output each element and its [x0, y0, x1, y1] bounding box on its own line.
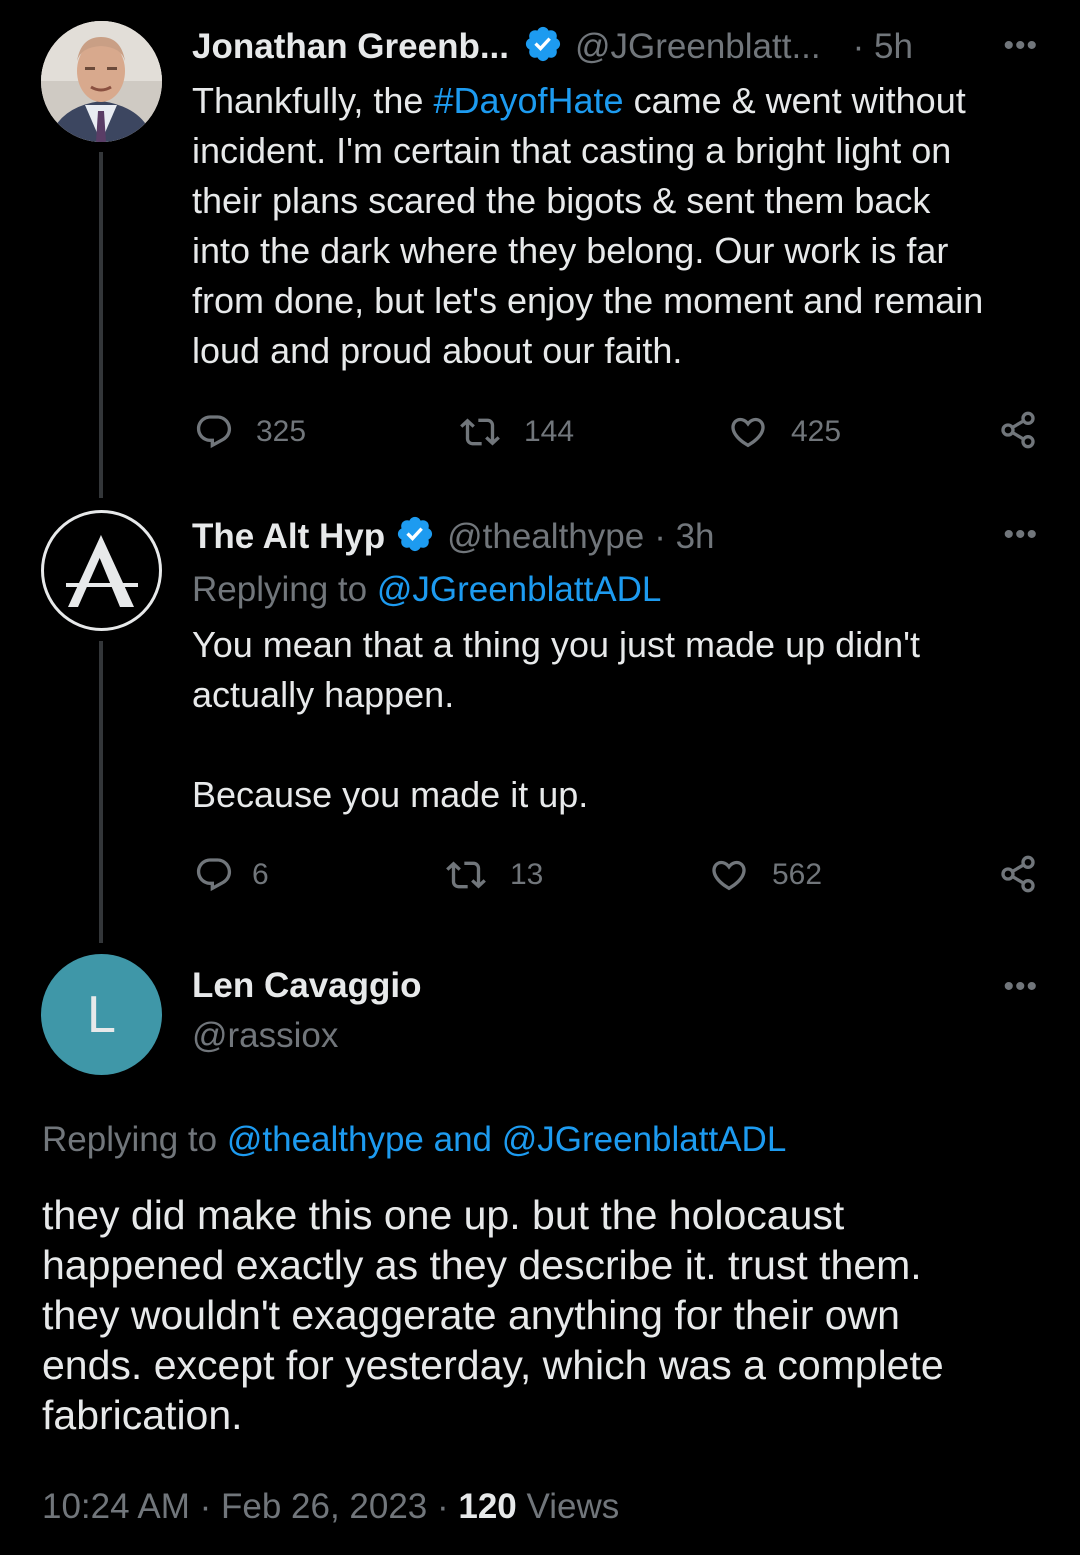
handle[interactable]: @rassiox — [192, 1016, 338, 1056]
thread-line-1 — [99, 152, 103, 498]
reply-icon — [196, 415, 232, 449]
display-name[interactable]: The Alt Hyp — [192, 517, 385, 557]
more-options-icon[interactable]: ••• — [1003, 970, 1038, 1004]
retweet-button[interactable]: 13 — [444, 855, 543, 895]
avatar[interactable]: L — [41, 954, 162, 1075]
more-options-icon[interactable]: ••• — [1003, 518, 1038, 552]
tweet-metadata: 10:24 AM · Feb 26, 2023 · 120 Views — [42, 1487, 619, 1527]
handle[interactable]: @thealthype — [447, 517, 644, 557]
retweet-count: 13 — [510, 858, 544, 891]
replying-to-link[interactable]: @JGreenblattADL — [377, 570, 662, 609]
replying-to-links[interactable]: @thealthype and @JGreenblattADL — [227, 1120, 786, 1159]
share-button[interactable] — [998, 410, 1060, 450]
retweet-button[interactable]: 144 — [458, 412, 574, 452]
heart-icon — [712, 860, 746, 891]
heart-icon — [731, 417, 765, 448]
timestamp[interactable]: · 3h — [654, 517, 714, 557]
reply-count: 325 — [256, 415, 307, 448]
reply-button[interactable]: 325 — [194, 412, 306, 452]
reply-icon — [196, 858, 232, 892]
retweet-count: 144 — [524, 415, 575, 448]
avatar-letter: L — [87, 985, 116, 1044]
retweet-icon — [446, 861, 486, 889]
replying-to: Replying to @thealthype and @JGreenblatt… — [42, 1120, 787, 1159]
timestamp[interactable]: · 5h — [853, 27, 913, 67]
tweet-text: they did make this one up. but the holoc… — [42, 1192, 944, 1438]
views-count: 120 — [458, 1487, 517, 1526]
reply-button[interactable]: 6 — [194, 855, 269, 895]
retweet-icon — [460, 418, 500, 446]
reply-count: 6 — [252, 858, 269, 891]
display-name[interactable]: Len Cavaggio — [192, 966, 421, 1006]
avatar[interactable] — [41, 510, 162, 631]
like-count: 562 — [772, 858, 823, 891]
avatar[interactable] — [41, 21, 162, 142]
share-icon — [1001, 855, 1035, 893]
tweet-text: Thankfully, the #DayofHate came & went w… — [192, 80, 984, 371]
like-button[interactable]: 562 — [708, 855, 822, 895]
thread-line-2 — [99, 641, 103, 943]
more-options-icon[interactable]: ••• — [1003, 29, 1038, 63]
verified-badge-icon — [523, 24, 563, 69]
hashtag-link[interactable]: #DayofHate — [433, 80, 623, 121]
verified-badge-icon — [395, 514, 435, 559]
tweet-text: You mean that a thing you just made up d… — [192, 624, 921, 815]
handle[interactable]: @JGreenblatt... — [575, 27, 821, 67]
views-label: Views — [516, 1487, 620, 1526]
share-button[interactable] — [998, 854, 1060, 894]
like-button[interactable]: 425 — [727, 412, 841, 452]
display-name[interactable]: Jonathan Greenb... — [192, 27, 509, 67]
timestamp[interactable]: 10:24 AM · Feb 26, 2023 · — [42, 1487, 458, 1526]
like-count: 425 — [791, 415, 842, 448]
replying-to: Replying to @JGreenblattADL — [192, 570, 662, 609]
share-icon — [1001, 411, 1035, 449]
